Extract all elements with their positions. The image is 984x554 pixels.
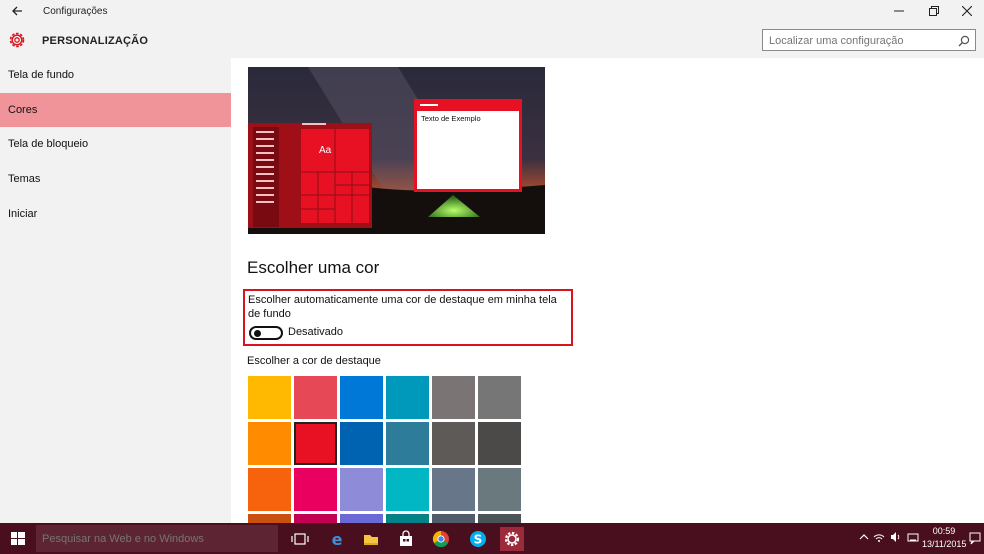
clock-date: 13/11/2015 [922,539,967,549]
toggle-state-label: Desativado [288,326,344,338]
task-view-icon[interactable] [288,527,312,551]
sidebar-item-iniciar[interactable]: Iniciar [0,197,231,231]
auto-accent-label: Escolher automaticamente uma cor de dest… [248,294,557,320]
accent-swatch[interactable] [340,376,383,419]
accent-swatch[interactable] [248,376,291,419]
title-bar: Configurações [0,0,984,24]
accent-swatch[interactable] [386,514,429,523]
accent-swatch[interactable] [432,514,475,523]
minimize-icon[interactable] [884,2,914,22]
accent-swatch[interactable] [294,514,337,523]
accent-color-grid [248,376,528,523]
chrome-icon[interactable] [429,527,453,551]
clock-time: 00:59 [932,526,956,536]
edge-icon[interactable]: e [325,527,349,551]
sidebar-item-tela-de-bloqueio[interactable]: Tela de bloqueio [0,127,231,161]
accent-swatch[interactable] [248,422,291,465]
accent-swatch[interactable] [478,468,521,511]
sidebar-item-label: Tela de bloqueio [8,138,89,150]
accent-swatch[interactable] [432,422,475,465]
sidebar-item-label: Cores [8,104,38,116]
store-icon[interactable] [394,527,418,551]
section-heading: Escolher uma cor [247,258,380,277]
taskbar: e S 00:59 13/11/2015 [0,523,984,554]
accent-swatch[interactable] [294,468,337,511]
close-icon[interactable] [952,2,982,22]
accent-swatch[interactable] [340,468,383,511]
volume-icon[interactable] [889,531,903,547]
windows-start-icon[interactable] [0,523,36,554]
taskbar-clock[interactable]: 00:59 13/11/2015 [922,525,966,551]
svg-text:e: e [332,530,343,549]
sidebar-item-tela-de-fundo[interactable]: Tela de fundo [0,58,231,92]
accent-swatch[interactable] [386,468,429,511]
network-icon[interactable] [872,531,886,547]
taskbar-search[interactable] [36,525,278,552]
accent-swatch[interactable] [386,376,429,419]
settings-icon[interactable] [500,527,524,551]
accent-swatch[interactable] [340,422,383,465]
settings-header: PERSONALIZAÇÃO [0,24,984,58]
preview-tile-text: Aa [319,145,332,156]
restore-icon[interactable] [919,2,949,22]
accent-swatch[interactable] [294,376,337,419]
gear-icon [7,30,27,50]
skype-icon[interactable]: S [466,527,490,551]
auto-accent-toggle[interactable] [249,326,283,340]
window-title: Configurações [43,6,108,17]
accent-swatch[interactable] [478,422,521,465]
taskbar-search-input[interactable] [42,531,262,546]
accent-swatch[interactable] [248,514,291,523]
toggle-knob [254,330,261,337]
sidebar-item-temas[interactable]: Temas [0,162,231,196]
keyboard-icon[interactable] [906,531,920,547]
sidebar-item-label: Iniciar [8,208,38,220]
accent-swatch[interactable] [432,376,475,419]
notification-icon[interactable] [966,523,984,554]
search-input[interactable] [769,33,949,48]
chevron-up-icon[interactable] [858,531,870,547]
sidebar-item-cores[interactable]: Cores [0,93,231,127]
svg-text:S: S [474,533,483,547]
theme-preview: Aa Texto de Exemplo [248,67,545,234]
file-explorer-icon[interactable] [359,527,383,551]
accent-swatch[interactable] [386,422,429,465]
search-box[interactable] [762,29,976,51]
page-title: PERSONALIZAÇÃO [42,35,149,47]
back-arrow-icon[interactable] [6,2,28,22]
sidebar: Tela de fundo Cores Tela de bloqueio Tem… [0,58,231,523]
sidebar-item-label: Tela de fundo [8,69,75,81]
search-icon[interactable] [958,34,970,47]
accent-swatch[interactable] [478,514,521,523]
wallpaper-preview-image [248,67,545,234]
accent-color-label: Escolher a cor de destaque [247,355,381,367]
accent-swatch[interactable] [340,514,383,523]
sidebar-item-label: Temas [8,173,41,185]
accent-swatch[interactable] [478,376,521,419]
accent-swatch[interactable] [294,422,337,465]
auto-accent-setting: Escolher automaticamente uma cor de dest… [243,289,573,346]
accent-swatch[interactable] [432,468,475,511]
preview-sample-text: Texto de Exemplo [421,114,481,123]
accent-swatch[interactable] [248,468,291,511]
